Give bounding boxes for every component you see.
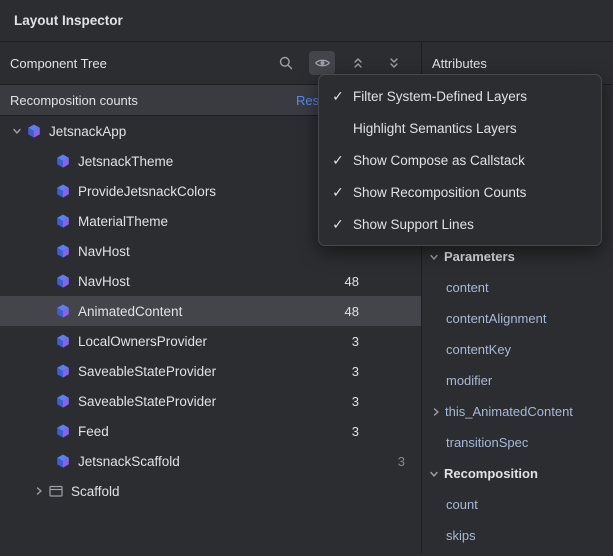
attr-item-skips[interactable]: skips bbox=[422, 520, 613, 551]
attr-section-title: Recomposition bbox=[444, 466, 538, 481]
tree-node-label: NavHost bbox=[78, 244, 130, 259]
attr-section-recomposition[interactable]: Recomposition bbox=[422, 458, 613, 489]
menu-item-filter-system-defined-layers[interactable]: ✓ Filter System-Defined Layers bbox=[319, 80, 601, 112]
attr-item-transitionspec[interactable]: transitionSpec bbox=[422, 427, 613, 458]
tree-node-saveablestateprovider-2[interactable]: SaveableStateProvider 3 bbox=[0, 386, 421, 416]
menu-item-label: Show Compose as Callstack bbox=[353, 153, 525, 168]
attr-item-this-animatedcontent[interactable]: this_AnimatedContent bbox=[422, 396, 613, 427]
tree-node-localownersprovider[interactable]: LocalOwnersProvider 3 bbox=[0, 326, 421, 356]
compose-node-icon bbox=[55, 213, 71, 229]
tree-node-label: Scaffold bbox=[71, 484, 120, 499]
tree-node-navhost-2[interactable]: NavHost 48 bbox=[0, 266, 421, 296]
attr-item-label: skips bbox=[446, 528, 476, 543]
menu-item-show-recomposition-counts[interactable]: ✓ Show Recomposition Counts bbox=[319, 176, 601, 208]
expand-all-button[interactable] bbox=[381, 51, 407, 75]
view-options-menu: ✓ Filter System-Defined Layers ✓ Highlig… bbox=[318, 74, 602, 246]
recomposition-count: 3 bbox=[352, 334, 421, 349]
compose-node-icon bbox=[55, 273, 71, 289]
tree-node-animatedcontent[interactable]: AnimatedContent 48 bbox=[0, 296, 421, 326]
checkmark-icon: ✓ bbox=[329, 88, 347, 105]
visibility-icon bbox=[314, 55, 331, 71]
chevron-right-icon[interactable] bbox=[30, 485, 48, 497]
tree-node-label: ProvideJetsnackColors bbox=[78, 184, 216, 199]
compose-node-icon bbox=[55, 303, 71, 319]
attr-item-label: content bbox=[446, 280, 489, 295]
component-tree-toolbar bbox=[273, 51, 413, 75]
attr-item-label: count bbox=[446, 497, 478, 512]
compose-node-icon bbox=[55, 423, 71, 439]
attr-item-contentalignment[interactable]: contentAlignment bbox=[422, 303, 613, 334]
recomposition-count: 48 bbox=[345, 274, 421, 289]
view-options-button[interactable] bbox=[309, 51, 335, 75]
compose-node-icon bbox=[55, 243, 71, 259]
tree-node-jetsnackscaffold[interactable]: JetsnackScaffold 3 bbox=[0, 446, 421, 476]
search-button[interactable] bbox=[273, 51, 299, 75]
attr-item-label: transitionSpec bbox=[446, 435, 528, 450]
recomposition-count: 3 bbox=[352, 394, 421, 409]
checkmark-icon: ✓ bbox=[329, 184, 347, 201]
tree-node-label: MaterialTheme bbox=[78, 214, 168, 229]
recomposition-count: 3 bbox=[352, 424, 421, 439]
chevron-down-icon[interactable] bbox=[428, 468, 440, 480]
attr-item-count[interactable]: count bbox=[422, 489, 613, 520]
compose-node-icon bbox=[55, 183, 71, 199]
tree-node-saveablestateprovider-1[interactable]: SaveableStateProvider 3 bbox=[0, 356, 421, 386]
compose-node-icon bbox=[55, 153, 71, 169]
menu-item-show-compose-as-callstack[interactable]: ✓ Show Compose as Callstack bbox=[319, 144, 601, 176]
menu-item-show-support-lines[interactable]: ✓ Show Support Lines bbox=[319, 208, 601, 240]
chevron-right-icon[interactable] bbox=[430, 406, 442, 418]
view-node-icon bbox=[48, 483, 64, 499]
menu-item-label: Show Recomposition Counts bbox=[353, 185, 526, 200]
attr-section-title: Parameters bbox=[444, 249, 515, 264]
attr-item-label: modifier bbox=[446, 373, 492, 388]
collapse-all-icon bbox=[351, 56, 365, 70]
attributes-title: Attributes bbox=[432, 56, 487, 71]
tree-node-label: AnimatedContent bbox=[78, 304, 182, 319]
component-tree-title: Component Tree bbox=[10, 56, 107, 71]
compose-node-icon bbox=[26, 123, 42, 139]
tree-node-label: SaveableStateProvider bbox=[78, 364, 216, 379]
recomposition-count: 48 bbox=[345, 304, 421, 319]
menu-item-label: Filter System-Defined Layers bbox=[353, 89, 527, 104]
tree-node-scaffold[interactable]: Scaffold bbox=[0, 476, 421, 506]
attr-item-label: this_AnimatedContent bbox=[445, 404, 573, 419]
tree-node-label: SaveableStateProvider bbox=[78, 394, 216, 409]
tree-node-feed[interactable]: Feed 3 bbox=[0, 416, 421, 446]
recomposition-count: 3 bbox=[352, 364, 421, 379]
compose-node-icon bbox=[55, 363, 71, 379]
attr-item-contentkey[interactable]: contentKey bbox=[422, 334, 613, 365]
recomposition-counts-label: Recomposition counts bbox=[10, 93, 138, 108]
window-title: Layout Inspector bbox=[0, 0, 613, 42]
search-icon bbox=[278, 55, 294, 71]
menu-item-highlight-semantics-layers[interactable]: ✓ Highlight Semantics Layers bbox=[319, 112, 601, 144]
expand-all-icon bbox=[387, 56, 401, 70]
collapse-all-button[interactable] bbox=[345, 51, 371, 75]
chevron-down-icon[interactable] bbox=[8, 125, 26, 137]
window-title-label: Layout Inspector bbox=[14, 13, 123, 28]
menu-item-label: Highlight Semantics Layers bbox=[353, 121, 517, 136]
chevron-down-icon[interactable] bbox=[428, 251, 440, 263]
attr-item-content[interactable]: content bbox=[422, 272, 613, 303]
tree-node-label: JetsnackScaffold bbox=[78, 454, 180, 469]
menu-item-label: Show Support Lines bbox=[353, 217, 474, 232]
tree-node-label: NavHost bbox=[78, 274, 130, 289]
checkmark-icon: ✓ bbox=[329, 216, 347, 233]
tree-node-label: JetsnackTheme bbox=[78, 154, 173, 169]
attr-item-label: contentKey bbox=[446, 342, 511, 357]
compose-node-icon bbox=[55, 333, 71, 349]
tree-node-label: JetsnackApp bbox=[49, 124, 126, 139]
checkmark-icon: ✓ bbox=[329, 152, 347, 169]
attr-item-modifier[interactable]: modifier bbox=[422, 365, 613, 396]
recomposition-count: 3 bbox=[398, 454, 421, 469]
tree-node-label: LocalOwnersProvider bbox=[78, 334, 207, 349]
attr-item-label: contentAlignment bbox=[446, 311, 546, 326]
tree-node-label: Feed bbox=[78, 424, 109, 439]
compose-node-icon bbox=[55, 393, 71, 409]
compose-node-icon bbox=[55, 453, 71, 469]
